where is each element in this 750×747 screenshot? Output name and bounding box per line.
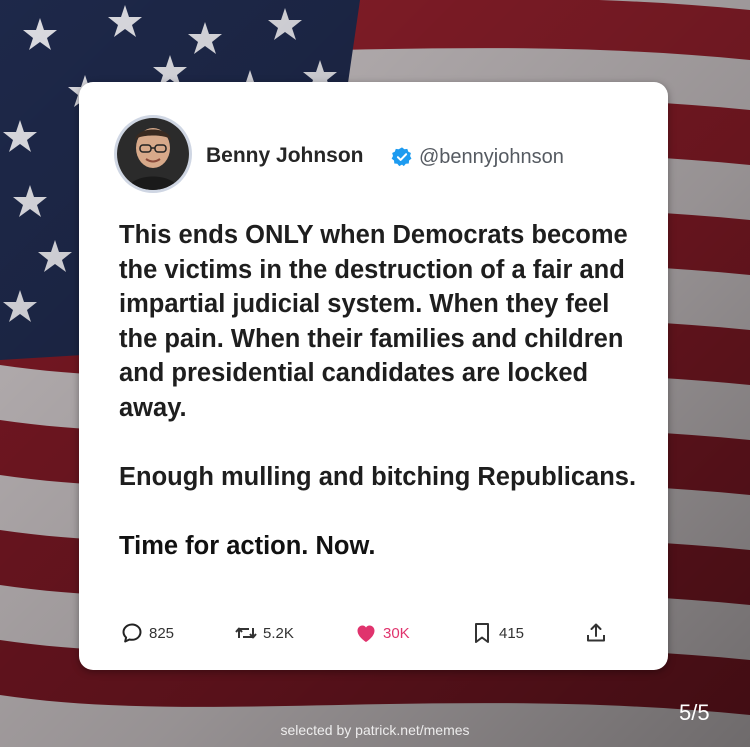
reply-button[interactable]: 825 <box>120 620 174 646</box>
reply-count: 825 <box>149 624 175 642</box>
tweet-card: Benny Johnson @bennyjohnson This ends ON… <box>79 82 668 670</box>
tweet-paragraph-1: This ends ONLY when Democrats become the… <box>119 221 628 422</box>
tweet-actions: 825 5.2K 30K 415 <box>120 620 620 646</box>
reply-icon <box>122 623 142 643</box>
bookmark-button[interactable]: 415 <box>470 620 524 646</box>
author-name[interactable]: Benny Johnson <box>206 144 364 168</box>
avatar[interactable] <box>117 118 189 190</box>
bookmark-icon <box>475 623 489 643</box>
tweet-paragraph-2: Enough mulling and bitching Republicans. <box>119 462 637 491</box>
author-handle[interactable]: @bennyjohnson <box>419 146 564 169</box>
tweet-text: This ends ONLY when Democrats become the… <box>119 218 654 563</box>
credit-watermark: selected by patrick.net/memes <box>280 722 470 738</box>
like-button[interactable]: 30K <box>354 620 410 646</box>
like-count: 30K <box>383 624 410 642</box>
bookmark-count: 415 <box>499 624 525 642</box>
retweet-button[interactable]: 5.2K <box>234 620 294 646</box>
retweet-count: 5.2K <box>263 624 294 642</box>
share-button[interactable] <box>584 620 608 646</box>
profile-photo <box>117 118 189 190</box>
share-icon <box>587 623 605 642</box>
tweet-paragraph-3: Time for action. Now. <box>119 531 376 560</box>
heart-icon <box>357 625 375 642</box>
verified-badge-icon <box>391 147 412 167</box>
retweet-icon <box>235 627 257 639</box>
